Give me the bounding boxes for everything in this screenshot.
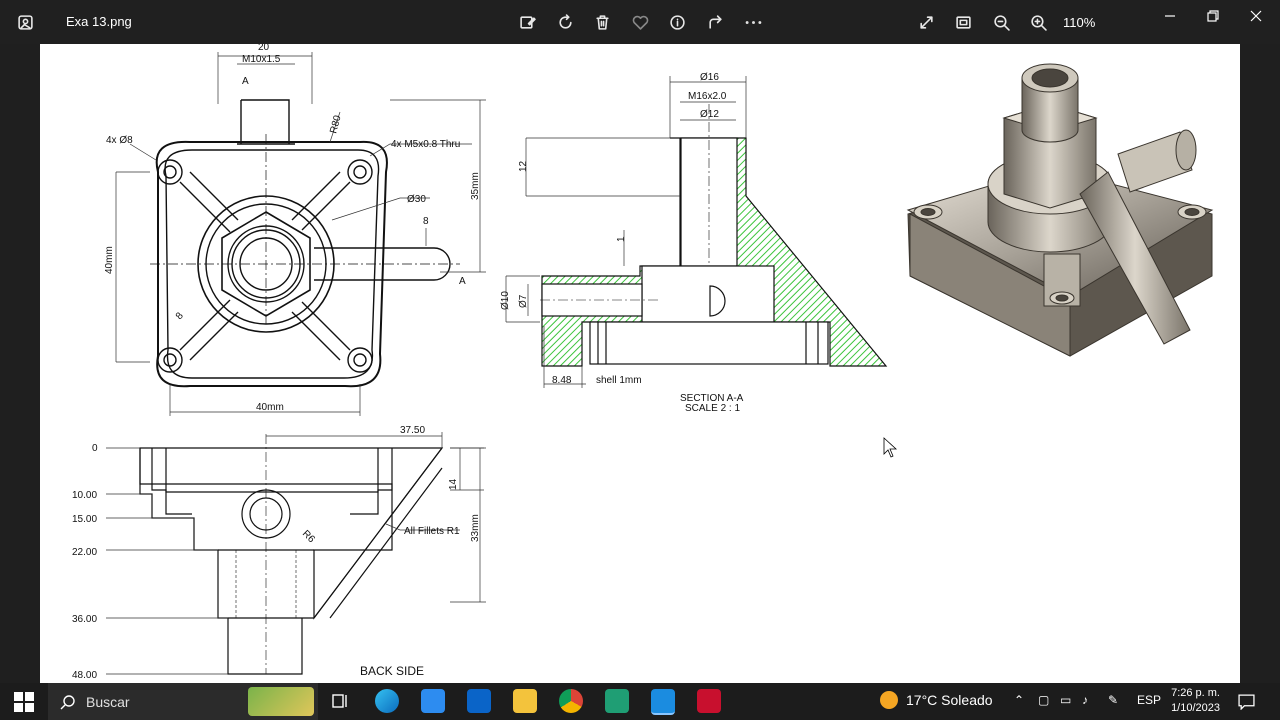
language-indicator[interactable]: ESP bbox=[1137, 693, 1161, 707]
restore-button[interactable] bbox=[1190, 0, 1236, 32]
expand-icon[interactable] bbox=[912, 8, 940, 36]
section-scale-caption: SCALE 2 : 1 bbox=[685, 403, 740, 414]
zoom-in-icon[interactable] bbox=[1024, 8, 1052, 36]
d12-label: Ø12 bbox=[700, 109, 719, 120]
taskbar: Buscar 17°C Soleado ⌃ ▢ ▭ ♪ ✎ ESP 7:26 p… bbox=[0, 683, 1280, 720]
photos-app-icon bbox=[11, 8, 39, 36]
favorite-heart-icon[interactable] bbox=[626, 8, 654, 36]
section-a-right-label: A bbox=[459, 276, 466, 287]
zoom-out-icon[interactable] bbox=[987, 8, 1015, 36]
close-button[interactable] bbox=[1233, 0, 1279, 32]
search-highlight-image bbox=[248, 687, 314, 716]
y-10-label: 10.00 bbox=[72, 490, 97, 501]
dim-8-label: 8 bbox=[423, 216, 429, 227]
minimize-button[interactable] bbox=[1147, 0, 1193, 32]
delete-icon[interactable] bbox=[588, 8, 616, 36]
edit-image-icon[interactable] bbox=[513, 8, 541, 36]
fit-screen-icon[interactable] bbox=[949, 8, 977, 36]
technical-drawing: 20 M10x1.5 A 4x Ø8 R80 4x M5x0.8 Thru Ø3… bbox=[72, 44, 1214, 681]
dim-12-label: 12 bbox=[518, 160, 529, 172]
d16-label: Ø16 bbox=[700, 72, 719, 83]
d30-label: Ø30 bbox=[407, 194, 426, 205]
task-view-icon[interactable] bbox=[328, 689, 352, 713]
thru-label: 4x M5x0.8 Thru bbox=[391, 139, 460, 150]
chevron-up-icon[interactable]: ⌃ bbox=[1014, 693, 1024, 707]
r8-label: 8 bbox=[174, 310, 186, 322]
more-options-icon[interactable] bbox=[739, 8, 767, 36]
y-0-label: 0 bbox=[92, 443, 98, 454]
dim-3750-label: 37.50 bbox=[400, 425, 425, 436]
dim-1-label: 1 bbox=[616, 236, 627, 242]
clock-time: 7:26 p. m. bbox=[1171, 687, 1220, 699]
section-view bbox=[540, 104, 888, 367]
back-side-caption: BACK SIDE bbox=[360, 664, 424, 678]
volume-icon[interactable]: ♪ bbox=[1082, 693, 1088, 707]
app-icon[interactable] bbox=[605, 689, 629, 713]
d10-label: Ø10 bbox=[500, 291, 511, 310]
y-48-label: 48.00 bbox=[72, 670, 97, 681]
notifications-icon[interactable] bbox=[1238, 693, 1255, 710]
m16-thread-label: M16x2.0 bbox=[688, 91, 727, 102]
taskbar-search[interactable]: Buscar bbox=[48, 683, 318, 720]
rotate-icon[interactable] bbox=[551, 8, 579, 36]
zoom-level[interactable]: 110% bbox=[1063, 15, 1095, 30]
front-dimensions bbox=[115, 52, 486, 416]
shell-label: shell 1mm bbox=[596, 375, 642, 386]
y-15-label: 15.00 bbox=[72, 514, 97, 525]
windows-start-icon[interactable] bbox=[14, 692, 34, 712]
y-22-label: 22.00 bbox=[72, 547, 97, 558]
mouse-cursor-icon bbox=[883, 437, 898, 458]
r80-label: R80 bbox=[328, 114, 343, 135]
fillets-label: All Fillets R1 bbox=[404, 526, 460, 537]
share-icon[interactable] bbox=[701, 8, 729, 36]
weather-widget[interactable]: 17°C Soleado bbox=[880, 691, 993, 709]
back-view bbox=[139, 434, 444, 675]
search-placeholder: Buscar bbox=[86, 693, 130, 710]
file-explorer-icon[interactable] bbox=[513, 689, 537, 713]
dim-14-label: 14 bbox=[448, 478, 459, 490]
sun-icon bbox=[880, 691, 898, 709]
store-icon[interactable] bbox=[421, 689, 445, 713]
network-icon[interactable]: ▭ bbox=[1060, 693, 1071, 707]
dim-40-horizontal-label: 40mm bbox=[256, 402, 284, 413]
pen-icon[interactable]: ✎ bbox=[1108, 693, 1118, 707]
r6-label: R6 bbox=[300, 528, 317, 545]
chrome-icon[interactable] bbox=[559, 689, 583, 713]
clock-date: 1/10/2023 bbox=[1171, 702, 1220, 714]
thread-m10-label: M10x1.5 bbox=[242, 54, 281, 65]
info-icon[interactable] bbox=[663, 8, 691, 36]
isometric-render bbox=[906, 63, 1214, 357]
search-icon bbox=[60, 694, 75, 709]
solidworks-icon[interactable] bbox=[697, 689, 721, 713]
dim-35-label: 35mm bbox=[470, 172, 481, 200]
mail-icon[interactable] bbox=[467, 689, 491, 713]
edge-browser-icon[interactable] bbox=[375, 689, 399, 713]
dim-33-label: 33mm bbox=[470, 514, 481, 542]
weather-text: 17°C Soleado bbox=[906, 692, 993, 708]
section-a-top-label: A bbox=[242, 76, 249, 87]
meet-icon[interactable]: ▢ bbox=[1038, 693, 1049, 707]
clock[interactable]: 7:26 p. m. 1/10/2023 bbox=[1164, 686, 1220, 716]
window-title: Exa 13.png bbox=[66, 14, 132, 29]
image-canvas: 20 M10x1.5 A 4x Ø8 R80 4x M5x0.8 Thru Ø3… bbox=[40, 44, 1240, 683]
dim-40-vertical-label: 40mm bbox=[104, 246, 115, 274]
y-36-label: 36.00 bbox=[72, 614, 97, 625]
dim-848-label: 8.48 bbox=[552, 375, 572, 386]
d7-label: Ø7 bbox=[518, 294, 529, 308]
title-bar: Exa 13.png 110% bbox=[0, 0, 1280, 44]
dim-20-label: 20 bbox=[258, 44, 270, 53]
photos-taskbar-icon[interactable] bbox=[651, 689, 675, 715]
back-labels: 37.50 0 10.00 15.00 22.00 36.00 48.00 14… bbox=[72, 425, 481, 681]
holes-label: 4x Ø8 bbox=[106, 135, 133, 146]
